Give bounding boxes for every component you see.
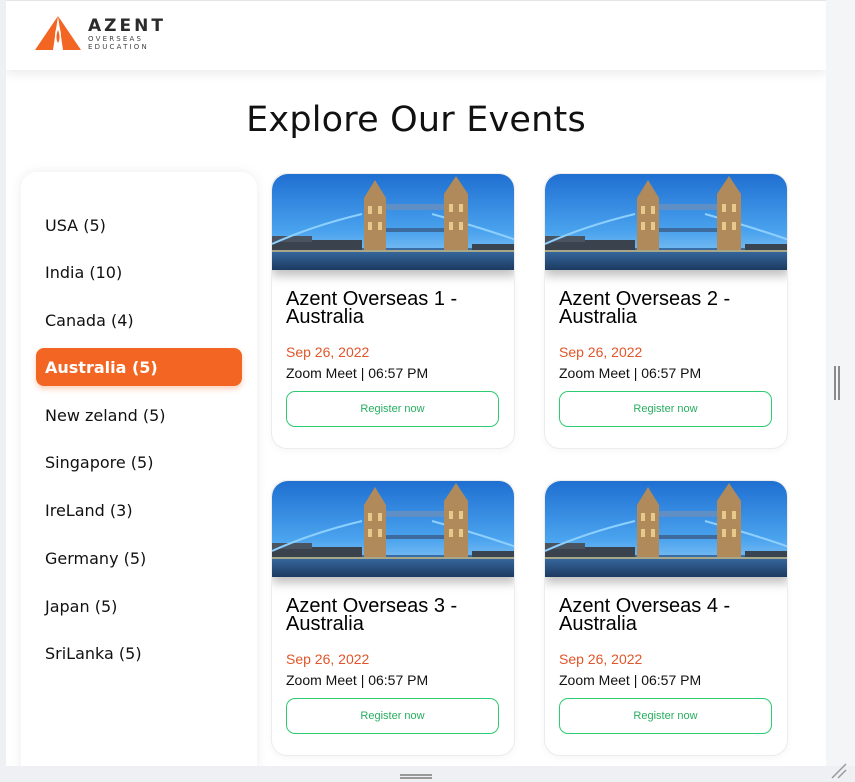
- sidebar-item-japan[interactable]: Japan (5): [36, 587, 242, 625]
- vertical-scrollbar[interactable]: [826, 0, 855, 766]
- register-now-button[interactable]: Register now: [286, 391, 499, 427]
- event-date: Sep 26, 2022: [559, 651, 643, 667]
- azent-logo-mark-icon: [35, 16, 81, 50]
- sidebar-item-australia[interactable]: Australia (5): [36, 348, 242, 386]
- page-title: Explore Our Events: [246, 100, 586, 140]
- country-sidebar: USA (5) India (10) Canada (4) Australia …: [21, 172, 257, 766]
- event-date: Sep 26, 2022: [286, 344, 370, 360]
- scroll-handle-icon[interactable]: [834, 366, 840, 400]
- sidebar-item-singapore[interactable]: Singapore (5): [36, 443, 242, 481]
- event-meta: Zoom Meet | 06:57 PM: [559, 365, 702, 381]
- event-meta: Zoom Meet | 06:57 PM: [559, 672, 702, 688]
- logo-subtitle-1: OVERSEAS: [88, 34, 144, 43]
- event-date: Sep 26, 2022: [286, 651, 370, 667]
- azent-logo[interactable]: AZENT OVERSEAS EDUCATION: [35, 16, 166, 52]
- event-title: Azent Overseas 2 - Australia: [559, 288, 731, 328]
- event-title: Azent Overseas 1 - Australia: [286, 288, 458, 328]
- sidebar-item-srilanka[interactable]: SriLanka (5): [36, 634, 242, 672]
- site-header: AZENT OVERSEAS EDUCATION: [6, 0, 826, 70]
- event-meta: Zoom Meet | 06:57 PM: [286, 672, 429, 688]
- event-date: Sep 26, 2022: [559, 344, 643, 360]
- event-title: Azent Overseas 4 - Australia: [559, 595, 731, 635]
- event-card: Azent Overseas 2 - Australia Sep 26, 202…: [544, 173, 788, 449]
- sidebar-item-ireland[interactable]: IreLand (3): [36, 491, 242, 529]
- sidebar-item-usa[interactable]: USA (5): [36, 206, 242, 244]
- event-image: [545, 174, 787, 270]
- event-title: Azent Overseas 3 - Australia: [286, 595, 458, 635]
- event-meta: Zoom Meet | 06:57 PM: [286, 365, 429, 381]
- page: AZENT OVERSEAS EDUCATION Explore Our Eve…: [6, 0, 826, 766]
- sidebar-item-canada[interactable]: Canada (4): [36, 301, 242, 339]
- sidebar-item-germany[interactable]: Germany (5): [36, 539, 242, 577]
- event-image: [272, 481, 514, 577]
- sidebar-item-india[interactable]: India (10): [36, 253, 242, 291]
- logo-title: AZENT: [88, 15, 166, 36]
- event-card: Azent Overseas 3 - Australia Sep 26, 202…: [271, 480, 515, 756]
- event-image: [545, 481, 787, 577]
- register-now-button[interactable]: Register now: [559, 391, 772, 427]
- event-card: Azent Overseas 1 - Australia Sep 26, 202…: [271, 173, 515, 449]
- event-image: [272, 174, 514, 270]
- resize-grip-icon[interactable]: [400, 774, 432, 779]
- sidebar-item-new-zeland[interactable]: New zeland (5): [36, 396, 242, 434]
- event-card: Azent Overseas 4 - Australia Sep 26, 202…: [544, 480, 788, 756]
- register-now-button[interactable]: Register now: [559, 698, 772, 734]
- logo-subtitle-2: EDUCATION: [88, 42, 149, 51]
- corner-resize-icon[interactable]: [830, 762, 848, 780]
- register-now-button[interactable]: Register now: [286, 698, 499, 734]
